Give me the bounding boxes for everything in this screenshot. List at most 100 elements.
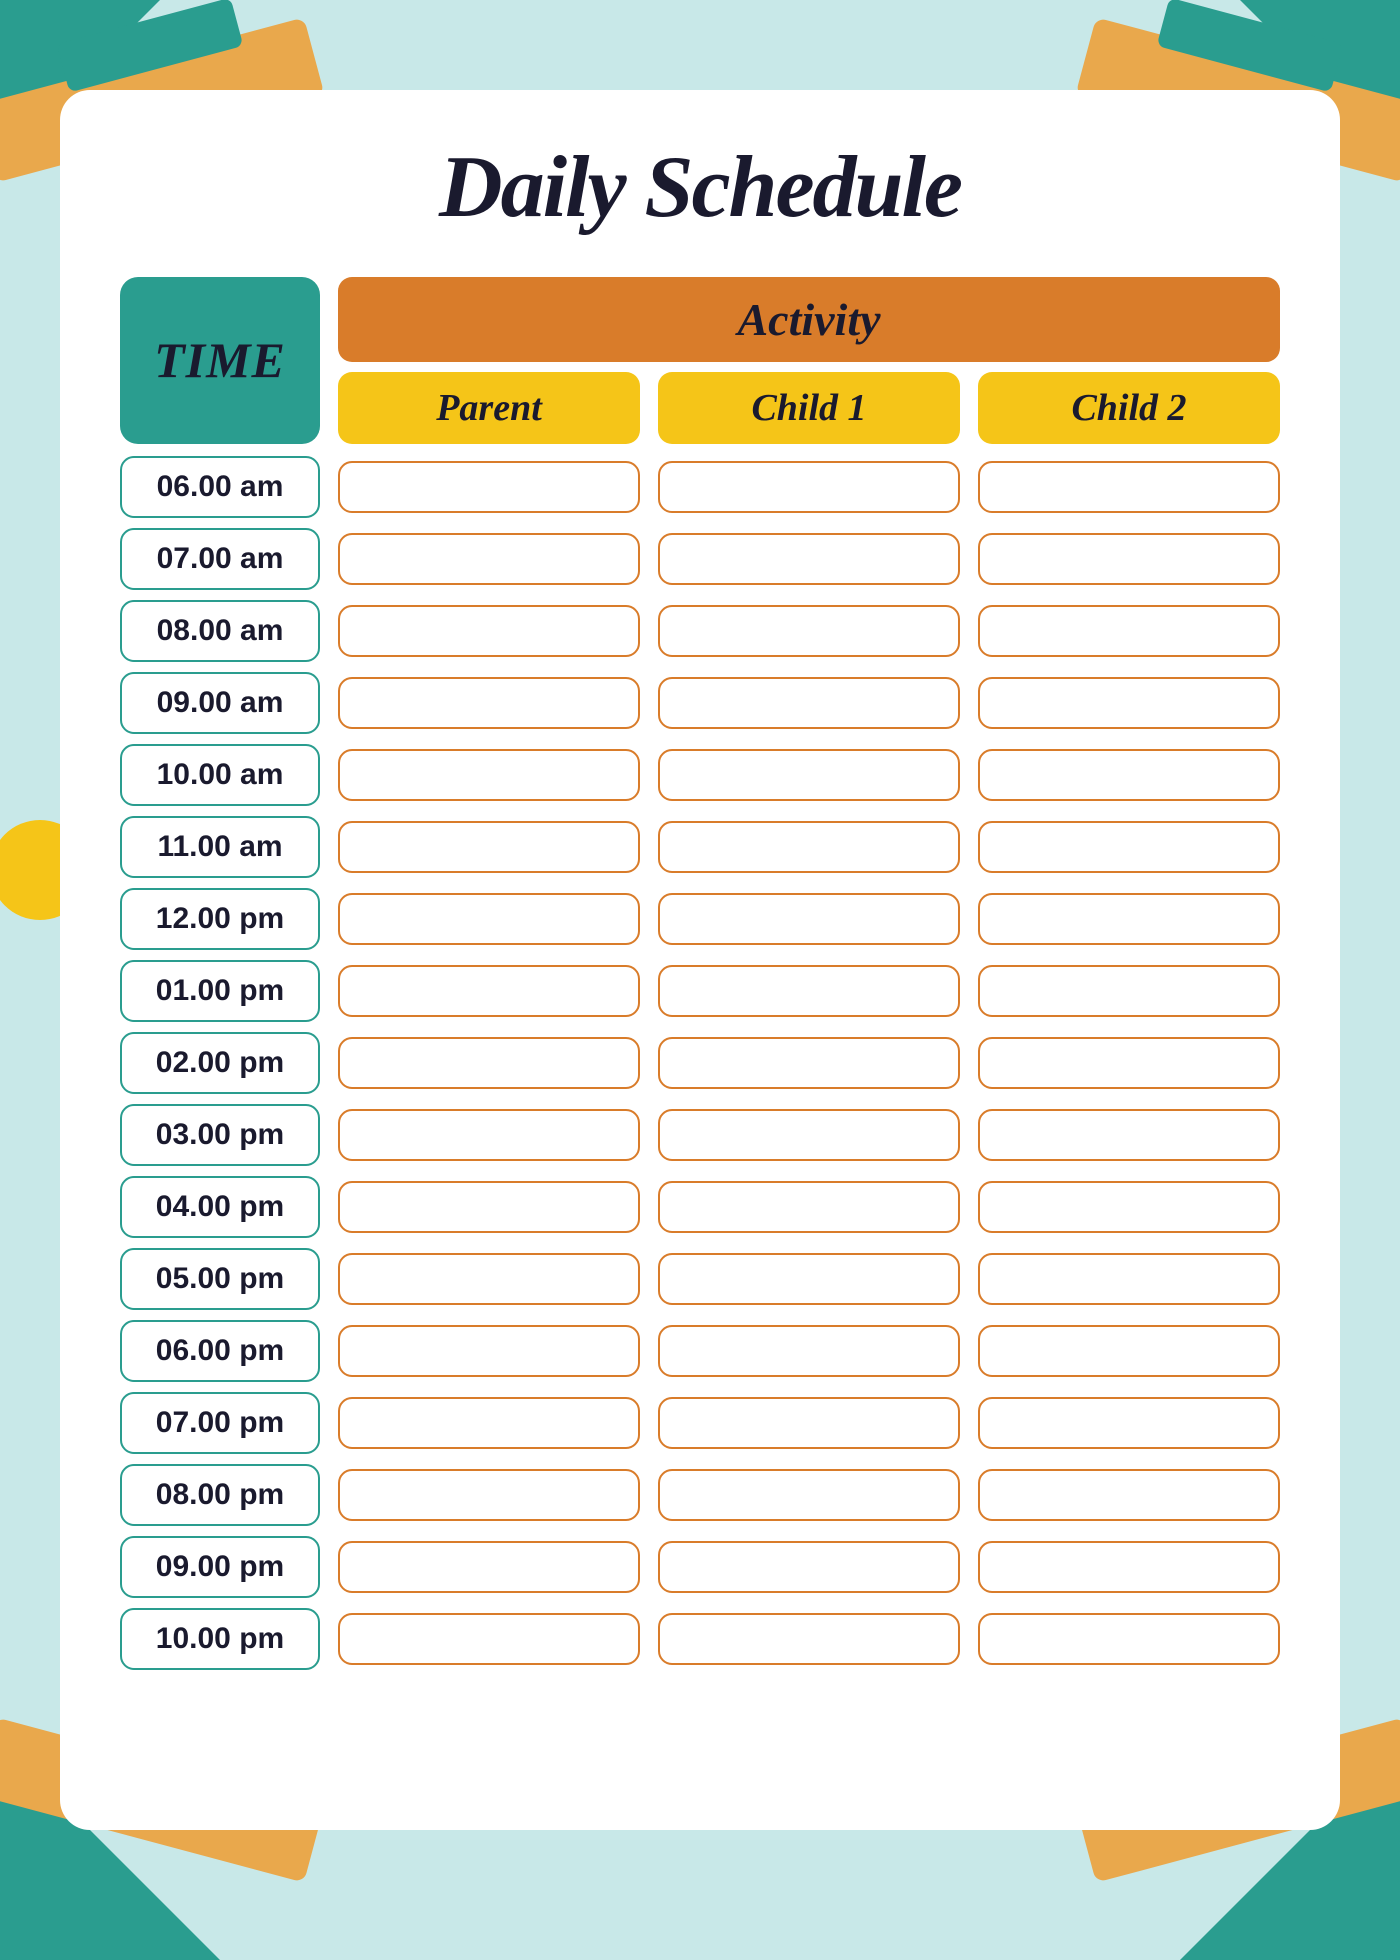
activity-cell-child1-5[interactable]: [658, 821, 960, 873]
activity-cell-child1-4[interactable]: [658, 749, 960, 801]
activity-cell-child1-7[interactable]: [658, 965, 960, 1017]
table-row: 07.00 am: [120, 528, 1280, 590]
time-slot-label: 02.00 pm: [156, 1046, 284, 1079]
activity-cell-child2-5[interactable]: [978, 821, 1280, 873]
table-row: 10.00 pm: [120, 1608, 1280, 1670]
activity-cell-parent-13[interactable]: [338, 1397, 640, 1449]
column-header-child1: Child 1: [658, 372, 960, 444]
activity-cells: [338, 461, 1280, 513]
activity-cell-parent-6[interactable]: [338, 893, 640, 945]
activity-cell-child2-13[interactable]: [978, 1397, 1280, 1449]
activity-cells: [338, 749, 1280, 801]
time-cell-12: 06.00 pm: [120, 1320, 320, 1382]
activity-cells: [338, 1253, 1280, 1305]
bg-teal-stripe-topright: [1157, 0, 1344, 92]
activity-cell-child2-12[interactable]: [978, 1325, 1280, 1377]
activity-cell-child2-1[interactable]: [978, 533, 1280, 585]
activity-cell-child2-2[interactable]: [978, 605, 1280, 657]
column-child2-label: Child 2: [1071, 387, 1186, 429]
activity-cells: [338, 605, 1280, 657]
activity-cell-child1-8[interactable]: [658, 1037, 960, 1089]
activity-cell-parent-16[interactable]: [338, 1613, 640, 1665]
activity-cells: [338, 533, 1280, 585]
activity-cell-child1-2[interactable]: [658, 605, 960, 657]
activity-cell-child2-7[interactable]: [978, 965, 1280, 1017]
activity-cell-parent-11[interactable]: [338, 1253, 640, 1305]
activity-cell-child1-15[interactable]: [658, 1541, 960, 1593]
column-header-child2: Child 2: [978, 372, 1280, 444]
activity-cell-parent-12[interactable]: [338, 1325, 640, 1377]
activity-cells: [338, 965, 1280, 1017]
table-row: 08.00 pm: [120, 1464, 1280, 1526]
activity-cell-child1-9[interactable]: [658, 1109, 960, 1161]
time-slot-label: 06.00 am: [157, 470, 284, 503]
activity-cells: [338, 1325, 1280, 1377]
activity-cells: [338, 1469, 1280, 1521]
time-slot-label: 10.00 am: [157, 758, 284, 791]
time-cell-11: 05.00 pm: [120, 1248, 320, 1310]
activity-cell-child1-10[interactable]: [658, 1181, 960, 1233]
activity-cell-parent-14[interactable]: [338, 1469, 640, 1521]
activity-cell-child2-0[interactable]: [978, 461, 1280, 513]
activity-cell-child2-16[interactable]: [978, 1613, 1280, 1665]
activity-cell-child1-1[interactable]: [658, 533, 960, 585]
activity-cell-parent-7[interactable]: [338, 965, 640, 1017]
activity-cell-child2-14[interactable]: [978, 1469, 1280, 1521]
activity-cell-parent-8[interactable]: [338, 1037, 640, 1089]
activity-cells: [338, 1181, 1280, 1233]
time-slot-label: 03.00 pm: [156, 1118, 284, 1151]
activity-cell-parent-5[interactable]: [338, 821, 640, 873]
activity-cell-parent-10[interactable]: [338, 1181, 640, 1233]
table-row: 05.00 pm: [120, 1248, 1280, 1310]
time-slot-label: 08.00 pm: [156, 1478, 284, 1511]
data-rows: 06.00 am07.00 am08.00 am09.00 am10.00 am…: [120, 456, 1280, 1670]
time-cell-5: 11.00 am: [120, 816, 320, 878]
activity-cell-child2-8[interactable]: [978, 1037, 1280, 1089]
time-cell-6: 12.00 pm: [120, 888, 320, 950]
activity-cell-parent-0[interactable]: [338, 461, 640, 513]
table-row: 11.00 am: [120, 816, 1280, 878]
activity-cell-child1-3[interactable]: [658, 677, 960, 729]
schedule-container: TIME Activity Parent Child 1 Child 2: [120, 277, 1280, 1670]
activity-cell-parent-3[interactable]: [338, 677, 640, 729]
activity-cell-child1-16[interactable]: [658, 1613, 960, 1665]
activity-cell-child1-14[interactable]: [658, 1469, 960, 1521]
time-cell-10: 04.00 pm: [120, 1176, 320, 1238]
activity-cell-parent-4[interactable]: [338, 749, 640, 801]
activity-cell-parent-15[interactable]: [338, 1541, 640, 1593]
column-header-parent: Parent: [338, 372, 640, 444]
activity-cell-child2-15[interactable]: [978, 1541, 1280, 1593]
table-row: 06.00 pm: [120, 1320, 1280, 1382]
activity-cell-parent-9[interactable]: [338, 1109, 640, 1161]
page-title: Daily Schedule: [120, 140, 1280, 237]
time-cell-13: 07.00 pm: [120, 1392, 320, 1454]
table-row: 02.00 pm: [120, 1032, 1280, 1094]
activity-cell-child1-6[interactable]: [658, 893, 960, 945]
activity-cells: [338, 677, 1280, 729]
activity-cell-parent-2[interactable]: [338, 605, 640, 657]
table-row: 09.00 pm: [120, 1536, 1280, 1598]
activity-cell-child1-11[interactable]: [658, 1253, 960, 1305]
activity-cell-child2-6[interactable]: [978, 893, 1280, 945]
activity-cell-child1-13[interactable]: [658, 1397, 960, 1449]
activity-section: Activity Parent Child 1 Child 2: [338, 277, 1280, 444]
activity-cell-child2-4[interactable]: [978, 749, 1280, 801]
time-cell-16: 10.00 pm: [120, 1608, 320, 1670]
time-slot-label: 06.00 pm: [156, 1334, 284, 1367]
activity-cell-child1-12[interactable]: [658, 1325, 960, 1377]
time-slot-label: 10.00 pm: [156, 1622, 284, 1655]
time-slot-label: 12.00 pm: [156, 902, 284, 935]
activity-cell-child2-10[interactable]: [978, 1181, 1280, 1233]
activity-cell-child1-0[interactable]: [658, 461, 960, 513]
time-cell-0: 06.00 am: [120, 456, 320, 518]
time-slot-label: 09.00 pm: [156, 1550, 284, 1583]
activity-cells: [338, 893, 1280, 945]
subheader-row: Parent Child 1 Child 2: [338, 372, 1280, 444]
activity-cell-child2-3[interactable]: [978, 677, 1280, 729]
table-row: 06.00 am: [120, 456, 1280, 518]
activity-cell-parent-1[interactable]: [338, 533, 640, 585]
schedule-header: TIME Activity Parent Child 1 Child 2: [120, 277, 1280, 444]
activity-cell-child2-9[interactable]: [978, 1109, 1280, 1161]
activity-cell-child2-11[interactable]: [978, 1253, 1280, 1305]
time-slot-label: 07.00 pm: [156, 1406, 284, 1439]
